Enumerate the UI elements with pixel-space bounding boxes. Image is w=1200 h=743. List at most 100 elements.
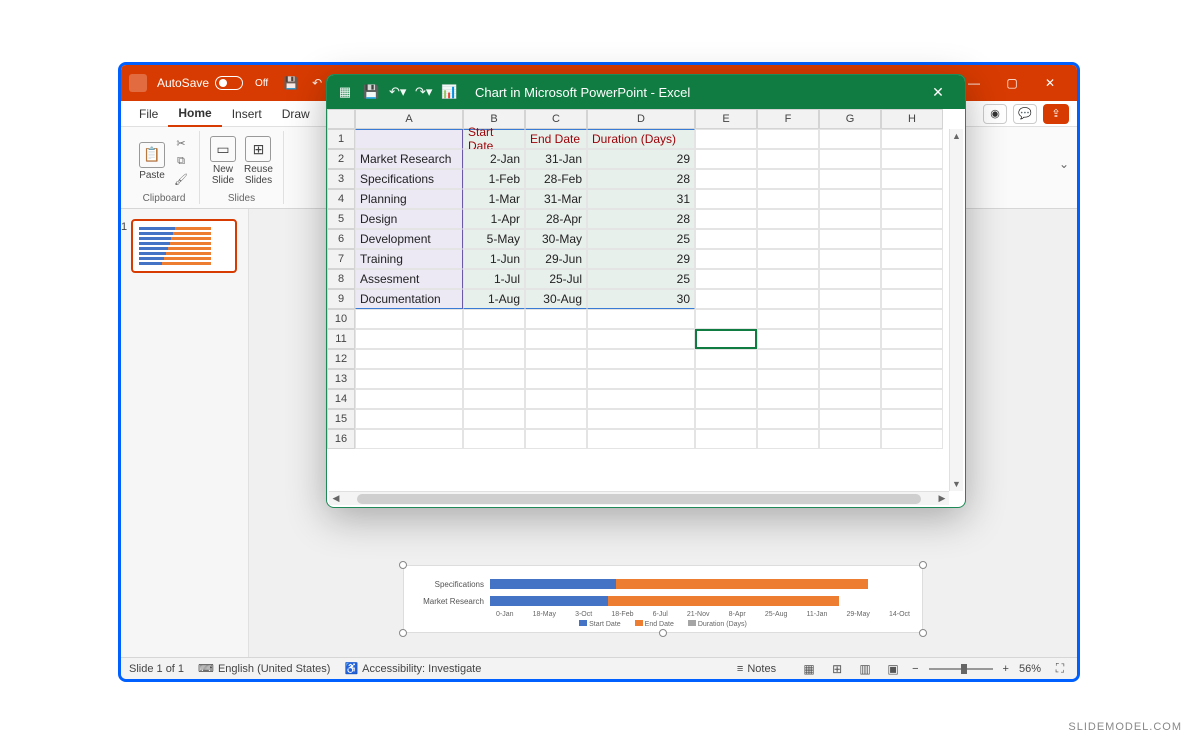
cell[interactable] <box>819 289 881 309</box>
cell[interactable] <box>463 409 525 429</box>
cell[interactable] <box>881 289 943 309</box>
cell[interactable] <box>587 329 695 349</box>
row-head[interactable]: 2 <box>327 149 355 169</box>
chart-object[interactable]: Specifications Market Research 0-Jan18-M… <box>403 565 923 633</box>
cell[interactable] <box>463 329 525 349</box>
col-head[interactable]: G <box>819 109 881 129</box>
col-head[interactable]: H <box>881 109 943 129</box>
cell[interactable]: 30 <box>587 289 695 309</box>
cell[interactable] <box>819 129 881 149</box>
resize-handle[interactable] <box>919 629 927 637</box>
maximize-button[interactable]: ▢ <box>993 65 1031 101</box>
cell[interactable]: 25 <box>587 269 695 289</box>
cell[interactable]: 30-May <box>525 229 587 249</box>
cell[interactable] <box>355 309 463 329</box>
row-head[interactable]: 8 <box>327 269 355 289</box>
row-head[interactable]: 10 <box>327 309 355 329</box>
cell[interactable] <box>757 249 819 269</box>
cell[interactable] <box>881 329 943 349</box>
cell[interactable] <box>355 349 463 369</box>
cell[interactable] <box>355 329 463 349</box>
row-head[interactable]: 6 <box>327 229 355 249</box>
paste-button[interactable]: 📋 Paste <box>139 142 165 181</box>
cell[interactable] <box>819 429 881 449</box>
cell[interactable] <box>881 389 943 409</box>
resize-handle[interactable] <box>399 629 407 637</box>
cell[interactable] <box>757 389 819 409</box>
cell[interactable] <box>355 389 463 409</box>
cell[interactable] <box>463 369 525 389</box>
cell[interactable] <box>695 389 757 409</box>
cell[interactable] <box>695 349 757 369</box>
cell[interactable] <box>463 389 525 409</box>
cell[interactable] <box>695 289 757 309</box>
cell[interactable] <box>355 429 463 449</box>
active-cell[interactable] <box>695 329 757 349</box>
autosave-toggle[interactable] <box>215 76 243 90</box>
cell[interactable] <box>695 169 757 189</box>
cell[interactable] <box>881 149 943 169</box>
cell[interactable] <box>525 329 587 349</box>
row-head[interactable]: 14 <box>327 389 355 409</box>
cell[interactable]: 28-Apr <box>525 209 587 229</box>
cell[interactable] <box>757 369 819 389</box>
cell[interactable] <box>819 249 881 269</box>
save-icon[interactable]: 💾 <box>282 76 300 90</box>
accessibility-indicator[interactable]: ♿Accessibility: Investigate <box>344 662 481 675</box>
cell[interactable]: Duration (Days) <box>587 129 695 149</box>
cell[interactable] <box>757 269 819 289</box>
cell[interactable] <box>819 189 881 209</box>
cell[interactable] <box>463 309 525 329</box>
cell[interactable]: 31-Jan <box>525 149 587 169</box>
sorter-view-icon[interactable]: ⊞ <box>828 662 846 676</box>
comments-button[interactable]: 💬 <box>1013 104 1037 124</box>
excel-close-button[interactable]: ✕ <box>921 75 955 109</box>
cell[interactable] <box>819 329 881 349</box>
language-indicator[interactable]: ⌨English (United States) <box>198 662 330 675</box>
cell[interactable] <box>881 369 943 389</box>
redo-icon[interactable]: ↷▾ <box>415 84 431 100</box>
cell[interactable]: 25 <box>587 229 695 249</box>
cell[interactable] <box>881 309 943 329</box>
slideshow-view-icon[interactable]: ▣ <box>884 662 902 676</box>
cell[interactable] <box>587 389 695 409</box>
cell[interactable] <box>525 369 587 389</box>
cell[interactable]: 28-Feb <box>525 169 587 189</box>
cell[interactable] <box>819 229 881 249</box>
resize-handle[interactable] <box>659 629 667 637</box>
scroll-up-icon[interactable]: ▲ <box>950 129 963 143</box>
cell[interactable] <box>757 429 819 449</box>
row-head[interactable]: 11 <box>327 329 355 349</box>
scroll-thumb[interactable] <box>357 494 921 504</box>
cell[interactable] <box>525 389 587 409</box>
cut-icon[interactable]: ✂ <box>173 136 189 150</box>
select-all-corner[interactable] <box>327 109 355 129</box>
row-head[interactable]: 16 <box>327 429 355 449</box>
col-head[interactable]: F <box>757 109 819 129</box>
cell[interactable] <box>695 429 757 449</box>
slide-thumbnail-1[interactable]: 1 <box>131 219 237 273</box>
cell[interactable]: Specifications <box>355 169 463 189</box>
cell[interactable] <box>819 309 881 329</box>
cell[interactable] <box>881 209 943 229</box>
cell[interactable] <box>757 209 819 229</box>
cell[interactable] <box>819 389 881 409</box>
cell[interactable] <box>525 409 587 429</box>
scroll-left-icon[interactable]: ◀ <box>329 493 343 504</box>
cell[interactable]: Planning <box>355 189 463 209</box>
cell[interactable]: 29 <box>587 149 695 169</box>
cell[interactable] <box>525 429 587 449</box>
cell[interactable] <box>695 249 757 269</box>
zoom-level[interactable]: 56% <box>1019 663 1041 675</box>
cell[interactable] <box>881 349 943 369</box>
cell[interactable]: Start Date <box>463 129 525 149</box>
cell[interactable]: 30-Aug <box>525 289 587 309</box>
cell[interactable] <box>757 129 819 149</box>
scroll-down-icon[interactable]: ▼ <box>950 477 963 491</box>
row-head[interactable]: 5 <box>327 209 355 229</box>
cell[interactable] <box>881 229 943 249</box>
row-head[interactable]: 3 <box>327 169 355 189</box>
cell[interactable] <box>587 369 695 389</box>
cell[interactable] <box>757 169 819 189</box>
cell[interactable] <box>819 349 881 369</box>
